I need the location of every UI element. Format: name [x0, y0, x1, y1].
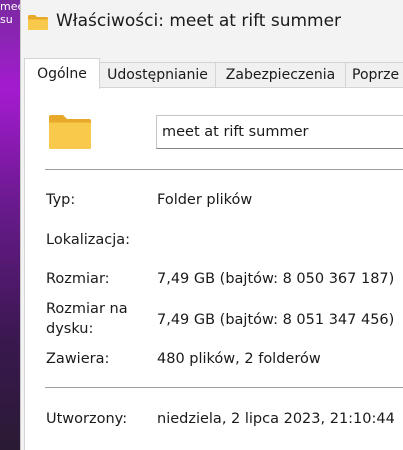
- tab-security[interactable]: Zabezpieczenia: [215, 62, 346, 87]
- divider: [45, 387, 403, 388]
- window-title: Właściwości: meet at rift summer: [56, 11, 342, 31]
- contains-label: Zawiera:: [46, 351, 110, 367]
- desktop-item-label-line2: su: [0, 13, 13, 26]
- created-label: Utworzony:: [46, 411, 128, 427]
- created-value: niedziela, 2 lipca 2023, 21:10:44: [157, 411, 395, 427]
- folder-icon: [28, 15, 48, 30]
- folder-icon: [49, 115, 91, 149]
- tab-sharing[interactable]: Udostępnianie: [99, 62, 216, 87]
- size-label: Rozmiar:: [46, 271, 110, 287]
- type-value: Folder plików: [157, 192, 253, 208]
- tab-general[interactable]: Ogólne: [24, 58, 100, 89]
- title-bar[interactable]: Właściwości: meet at rift summer: [21, 0, 403, 48]
- size-on-disk-value: 7,49 GB (bajtów: 8 051 347 456): [157, 312, 395, 328]
- tab-previous-versions[interactable]: Poprze: [345, 62, 403, 86]
- folder-name-input[interactable]: [156, 115, 403, 149]
- size-value: 7,49 GB (bajtów: 8 050 367 187): [157, 271, 395, 287]
- divider: [45, 169, 403, 170]
- size-on-disk-label-line1: Rozmiar na: [46, 301, 128, 317]
- screen: meet at rift su Właściwości: meet at rif…: [0, 0, 403, 450]
- size-on-disk-label-line2: dysku:: [46, 321, 94, 337]
- desktop-background: meet at rift su: [0, 0, 62, 450]
- location-label: Lokalizacja:: [46, 232, 131, 248]
- tab-bar: Ogólne Udostępnianie Zabezpieczenia Popr…: [24, 58, 403, 89]
- properties-window: Właściwości: meet at rift summer Ogólne …: [20, 0, 403, 450]
- type-label: Typ:: [46, 192, 76, 208]
- contains-value: 480 plików, 2 folderów: [157, 351, 321, 367]
- general-panel: Typ: Folder plików Lokalizacja: Rozmiar:…: [24, 87, 403, 450]
